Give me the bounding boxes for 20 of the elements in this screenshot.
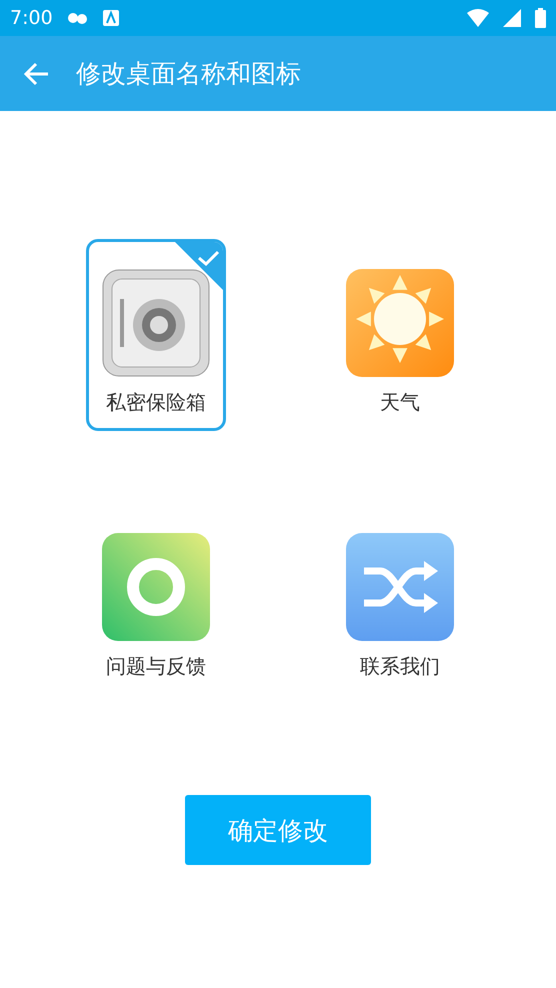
app-label: 私密保险箱: [106, 389, 206, 416]
back-arrow-icon[interactable]: [24, 62, 50, 86]
battery-icon: [535, 8, 546, 28]
app-label: 问题与反馈: [106, 653, 206, 680]
app-option[interactable]: 问题与反馈: [86, 503, 226, 695]
status-time: 7:00: [10, 7, 53, 29]
safe-icon: [102, 269, 210, 377]
notification-icon: [66, 10, 89, 26]
shuffle-icon: [346, 533, 454, 641]
wifi-icon: [467, 9, 489, 27]
ring-icon: [102, 533, 210, 641]
app-option[interactable]: 天气: [330, 239, 470, 431]
app-option[interactable]: 私密保险箱: [86, 239, 226, 431]
app-notification-icon: [102, 10, 119, 26]
app-option[interactable]: 联系我们: [330, 503, 470, 695]
app-label: 天气: [380, 389, 420, 416]
sun-icon: [346, 269, 454, 377]
app-label: 联系我们: [360, 653, 440, 680]
page-title: 修改桌面名称和图标: [76, 58, 301, 90]
signal-icon: [503, 9, 521, 27]
